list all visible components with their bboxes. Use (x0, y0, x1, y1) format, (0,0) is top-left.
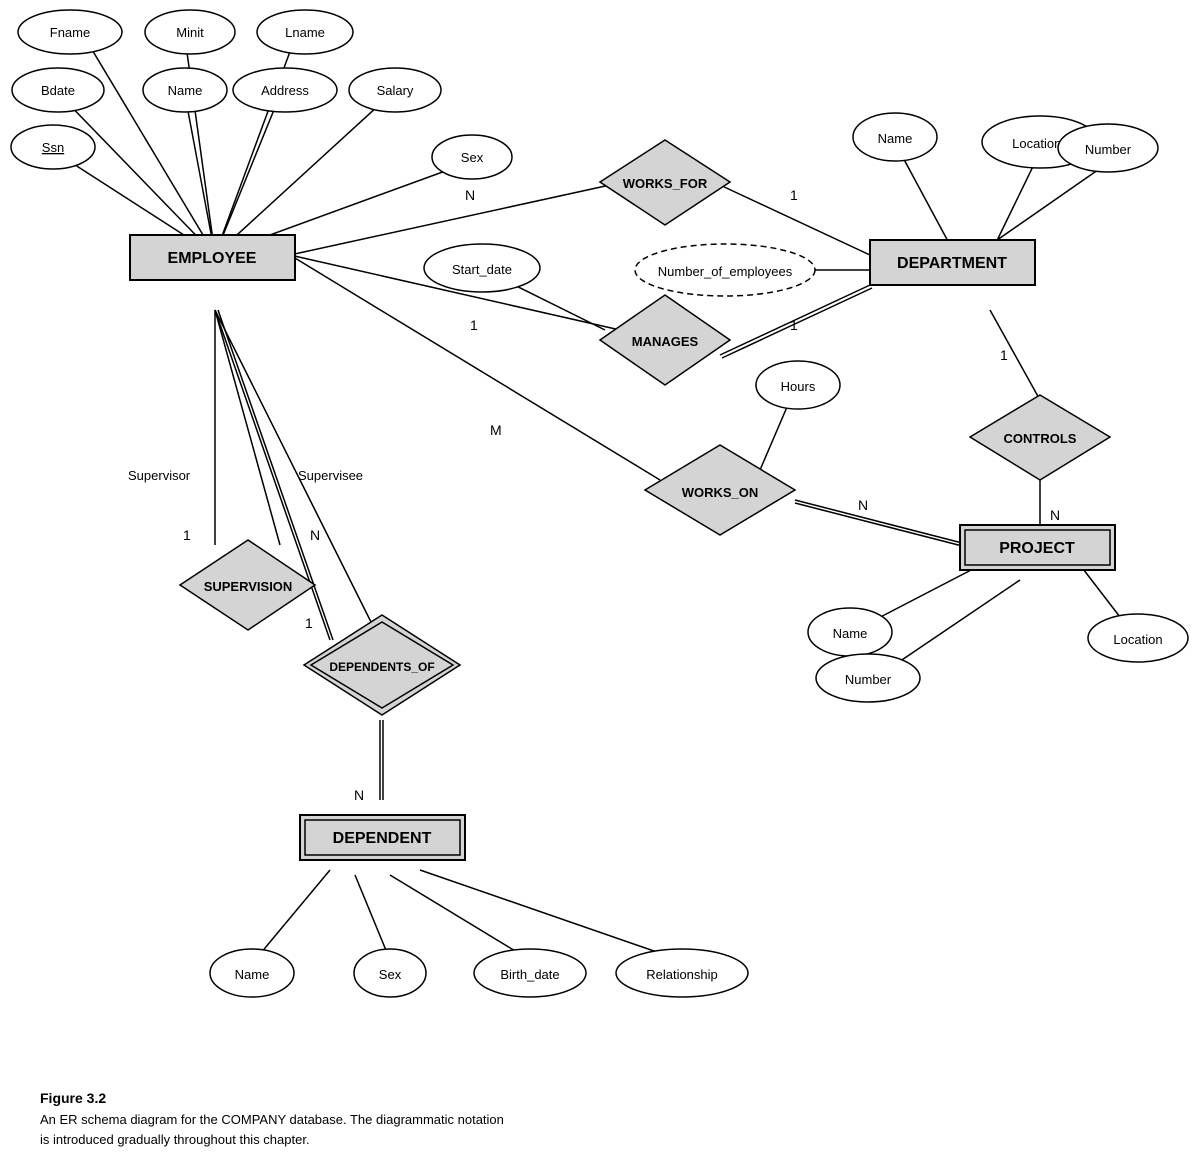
emp-name-attr: Name (168, 83, 203, 98)
dept-number-attr: Number (1085, 142, 1132, 157)
proj-location-attr: Location (1113, 632, 1162, 647)
1-dependents-of-emp: 1 (305, 615, 313, 631)
dep-name-attr: Name (235, 967, 270, 982)
proj-name-attr: Name (833, 626, 868, 641)
n-works-on-proj: N (858, 497, 868, 513)
dept-name-attr: Name (878, 131, 913, 146)
dep-birth-attr: Birth_date (500, 967, 559, 982)
num-employees-attr: Number_of_employees (658, 264, 793, 279)
figure-caption: Figure 3.2 An ER schema diagram for the … (20, 1090, 620, 1169)
n-dependents-of: N (354, 787, 364, 803)
ssn-attr: Ssn (42, 140, 64, 155)
start-date-attr: Start_date (452, 262, 512, 277)
bdate-attr: Bdate (41, 83, 75, 98)
dependent-label: DEPENDENT (333, 830, 432, 847)
n-works-for-emp: N (465, 187, 475, 203)
supervisor-label: Supervisor (128, 468, 191, 483)
er-diagram-container: EMPLOYEE DEPARTMENT PROJECT DEPENDENT WO… (0, 0, 1201, 1080)
1-manages-emp: 1 (470, 317, 478, 333)
hours-attr: Hours (781, 379, 816, 394)
works-on-label: WORKS_ON (682, 485, 759, 500)
controls-label: CONTROLS (1004, 431, 1077, 446)
works-for-label: WORKS_FOR (623, 176, 708, 191)
department-label: DEPARTMENT (897, 255, 1007, 272)
1-controls-dept: 1 (1000, 347, 1008, 363)
caption-text: An ER schema diagram for the COMPANY dat… (40, 1110, 600, 1149)
n-supervision: N (310, 527, 320, 543)
employee-label: EMPLOYEE (168, 250, 257, 267)
project-label: PROJECT (999, 540, 1075, 557)
dependents-of-label: DEPENDENTS_OF (329, 660, 434, 674)
supervisee-label: Supervisee (298, 468, 363, 483)
minit-attr: Minit (176, 25, 204, 40)
er-diagram-svg: EMPLOYEE DEPARTMENT PROJECT DEPENDENT WO… (0, 0, 1201, 1080)
lname-attr: Lname (285, 25, 325, 40)
dep-sex-attr: Sex (379, 967, 402, 982)
caption-title: Figure 3.2 (40, 1090, 600, 1106)
dep-rel-attr: Relationship (646, 967, 718, 982)
1-works-for-dept: 1 (790, 187, 798, 203)
sex-emp-attr: Sex (461, 150, 484, 165)
fname-attr: Fname (50, 25, 90, 40)
n-controls-proj: N (1050, 507, 1060, 523)
1-manages-dept: 1 (790, 317, 798, 333)
supervision-label: SUPERVISION (204, 579, 293, 594)
address-attr: Address (261, 83, 309, 98)
m-works-on-emp: M (490, 422, 502, 438)
manages-label: MANAGES (632, 334, 699, 349)
salary-attr: Salary (377, 83, 414, 98)
proj-number-attr: Number (845, 672, 892, 687)
1-supervision: 1 (183, 527, 191, 543)
